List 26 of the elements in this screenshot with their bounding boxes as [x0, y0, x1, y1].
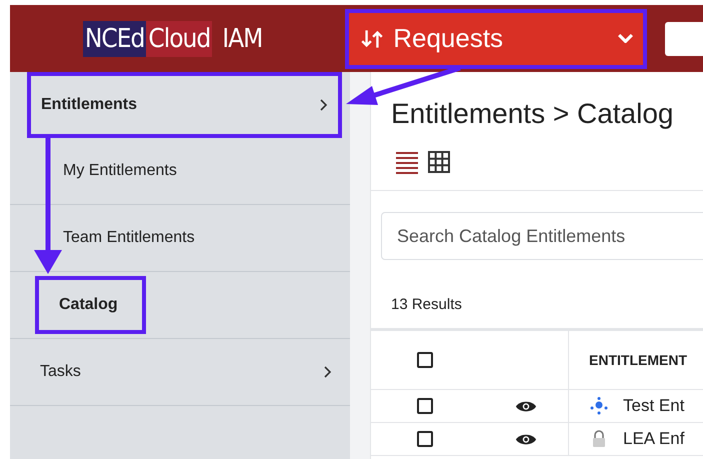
search-field[interactable]: Search Catalog Entitlements — [381, 212, 703, 260]
sidebar-item[interactable]: Team Entitlements — [35, 207, 223, 269]
page-title: Entitlements > Catalog — [391, 98, 674, 130]
list-view-icon[interactable] — [395, 150, 419, 174]
grid-view-icon[interactable] — [427, 150, 451, 174]
chevron-right-icon — [318, 98, 328, 112]
results-count: 13 Results — [390, 295, 463, 313]
logo-text: Cloud — [146, 20, 212, 56]
checkbox[interactable] — [417, 398, 433, 414]
logo-text: NCEd — [82, 20, 146, 56]
network-icon — [589, 396, 609, 416]
checkbox[interactable] — [417, 431, 433, 447]
sidebar-item[interactable]: Entitlements — [27, 72, 342, 138]
eye-icon[interactable] — [514, 398, 536, 414]
requests-dropdown[interactable]: Requests — [345, 8, 647, 68]
checkbox[interactable] — [417, 352, 433, 368]
chevron-down-icon — [618, 34, 633, 43]
entitlement-name: Test Ent — [623, 396, 684, 416]
search-field[interactable] — [664, 22, 703, 56]
logo-text: IAM — [221, 22, 264, 56]
sidebar-item[interactable]: My Entitlements — [35, 140, 205, 202]
chevron-right-icon — [322, 365, 332, 379]
column-header: ENTITLEMENT — [589, 352, 687, 368]
entitlement-name: LEA Enf — [623, 429, 684, 449]
eye-icon[interactable] — [514, 432, 536, 446]
sidebar-item[interactable]: Catalog — [35, 276, 146, 334]
